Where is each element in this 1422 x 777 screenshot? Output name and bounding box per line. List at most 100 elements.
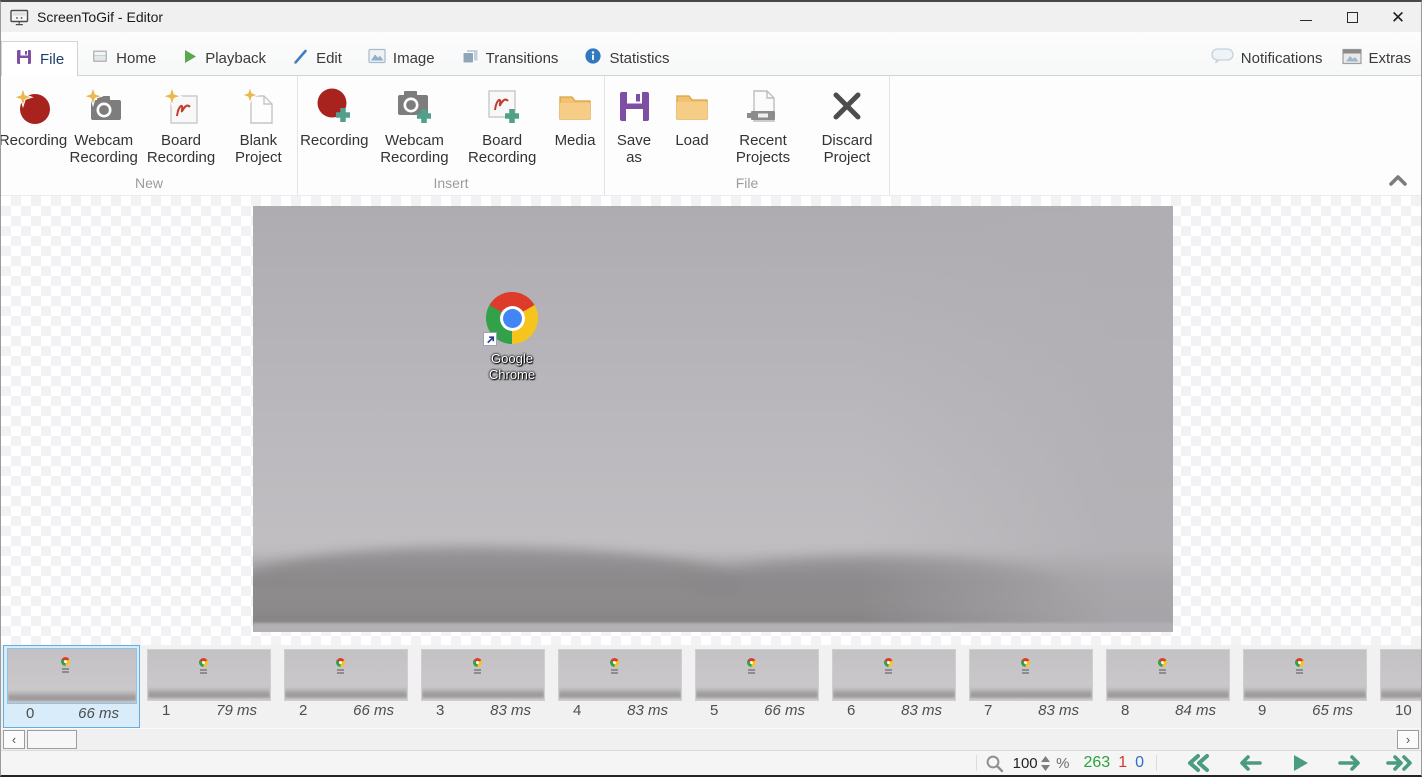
tab-label: Edit [316,50,342,67]
button-label: Webcam Recording [68,132,139,166]
scroll-left-button[interactable]: ‹ [3,730,25,749]
screentogif-editor-window: ScreenToGif - Editor ✕ File Home Playbac… [0,0,1422,777]
frame-thumbnail[interactable]: 383 ms [414,645,551,728]
scrollbar-thumb[interactable] [27,730,77,749]
status-bar: % 263 1 0 [1,750,1421,775]
mini-label [1296,669,1303,671]
current-frame-image[interactable]: Google Chrome [253,206,1173,632]
frame-thumbnail[interactable]: 266 ms [277,645,414,728]
new-recording-button[interactable]: Recording [1,82,65,149]
tab-image[interactable]: Image [355,41,448,75]
tab-label: Transitions [486,50,559,67]
picture-icon [368,48,386,68]
minimize-icon [1300,20,1312,21]
frame-thumbnail[interactable]: 066 ms [3,645,140,728]
frame-number: 8 [1121,702,1129,719]
frame-duration: 66 ms [78,705,119,722]
frame-thumbnail[interactable]: 8 84 ms [1099,645,1236,728]
media-folder-icon [554,82,596,132]
thumbnail-image [558,649,682,701]
tab-playback[interactable]: Playback [169,41,279,75]
zoom-level-input[interactable] [1009,755,1041,772]
window-controls: ✕ [1283,2,1421,32]
tab-file[interactable]: File [1,41,78,76]
save-as-button[interactable]: Save as [605,82,663,166]
thumbnail-image [1380,649,1422,701]
insert-media-button[interactable]: Media [546,82,604,149]
button-label: Recording [0,132,67,149]
mini-label [885,669,892,671]
recent-projects-icon [742,82,784,132]
insert-board-recording-button[interactable]: Board Recording [458,82,546,166]
frame-count-total: 263 [1083,754,1110,772]
ribbon-group-new: Recording Webcam Recording Board Recordi… [1,76,298,195]
frame-thumbnail[interactable]: 4 83 ms [551,645,688,728]
frame-thumbnail[interactable]: 783 ms [962,645,1099,728]
notifications-button[interactable]: Notifications [1201,41,1333,75]
frame-number: 2 [299,702,307,719]
fog-overlay [860,206,1173,632]
extras-label: Extras [1368,50,1411,67]
frame-duration: 83 ms [490,702,531,719]
maximize-icon [1347,12,1358,23]
tab-edit[interactable]: Edit [279,41,355,75]
zoom-stepper[interactable] [1041,756,1050,771]
mini-chrome-icon [61,657,70,666]
close-button[interactable]: ✕ [1375,2,1421,32]
group-label-insert: Insert [298,175,604,194]
frame-number: 4 [573,702,581,719]
frame-duration: 84 ms [1175,702,1216,719]
arrow-double-right-icon [1385,753,1415,773]
tab-label: Statistics [609,50,669,67]
play-icon [1290,753,1310,773]
recent-projects-button[interactable]: Recent Projects [721,82,805,166]
insert-board-recording-icon [481,82,523,132]
tab-transitions[interactable]: Transitions [448,41,572,75]
frame-duration: 83 ms [901,702,942,719]
frame-thumbnail[interactable]: 566 ms [688,645,825,728]
scroll-right-button[interactable]: › [1397,730,1419,749]
new-webcam-recording-button[interactable]: Webcam Recording [65,82,142,166]
first-frame-button[interactable] [1185,752,1215,774]
separator [976,755,977,771]
thumbnail-image [1106,649,1230,701]
load-button[interactable]: Load [663,82,721,149]
ribbon-group-file: Save as Load Recent Projects Discard Pro… [605,76,890,195]
previous-frame-button[interactable] [1235,752,1265,774]
frame-thumbnail[interactable]: 179 ms [140,645,277,728]
extras-button[interactable]: Extras [1332,41,1421,75]
discard-x-icon [826,82,868,132]
button-label: Discard Project [808,132,886,166]
insert-recording-button[interactable]: Recording [298,82,371,149]
collapse-ribbon-button[interactable] [1383,171,1413,193]
minimize-button[interactable] [1283,2,1329,32]
new-board-recording-button[interactable]: Board Recording [142,82,219,166]
discard-project-button[interactable]: Discard Project [805,82,889,166]
new-board-recording-icon [160,82,202,132]
picture-icon [1342,48,1362,69]
arrow-left-icon [1237,753,1263,773]
next-frame-button[interactable] [1335,752,1365,774]
mini-label [337,669,344,671]
mini-label [1022,669,1029,671]
frame-thumbnail[interactable]: 965 ms [1236,645,1373,728]
new-blank-project-button[interactable]: Blank Project [220,82,297,166]
filmstrip-scrollbar[interactable]: ‹ › [1,728,1421,750]
play-button[interactable] [1285,752,1315,774]
frame-number: 6 [847,702,855,719]
google-chrome-shortcut: Google Chrome [457,292,567,383]
ribbon-file-panel: Recording Webcam Recording Board Recordi… [1,76,1421,196]
layers-icon [461,47,479,69]
play-icon [182,48,198,69]
button-label: Board Recording [461,132,543,166]
floppy-icon [15,48,33,70]
insert-webcam-recording-button[interactable]: Webcam Recording [371,82,459,166]
maximize-button[interactable] [1329,2,1375,32]
frame-thumbnail[interactable]: 10 [1373,645,1421,728]
group-label-file: File [605,175,889,194]
frame-duration: 83 ms [627,702,668,719]
frame-thumbnail[interactable]: 6 83 ms [825,645,962,728]
tab-home[interactable]: Home [78,41,169,75]
last-frame-button[interactable] [1385,752,1415,774]
tab-statistics[interactable]: Statistics [571,41,682,75]
